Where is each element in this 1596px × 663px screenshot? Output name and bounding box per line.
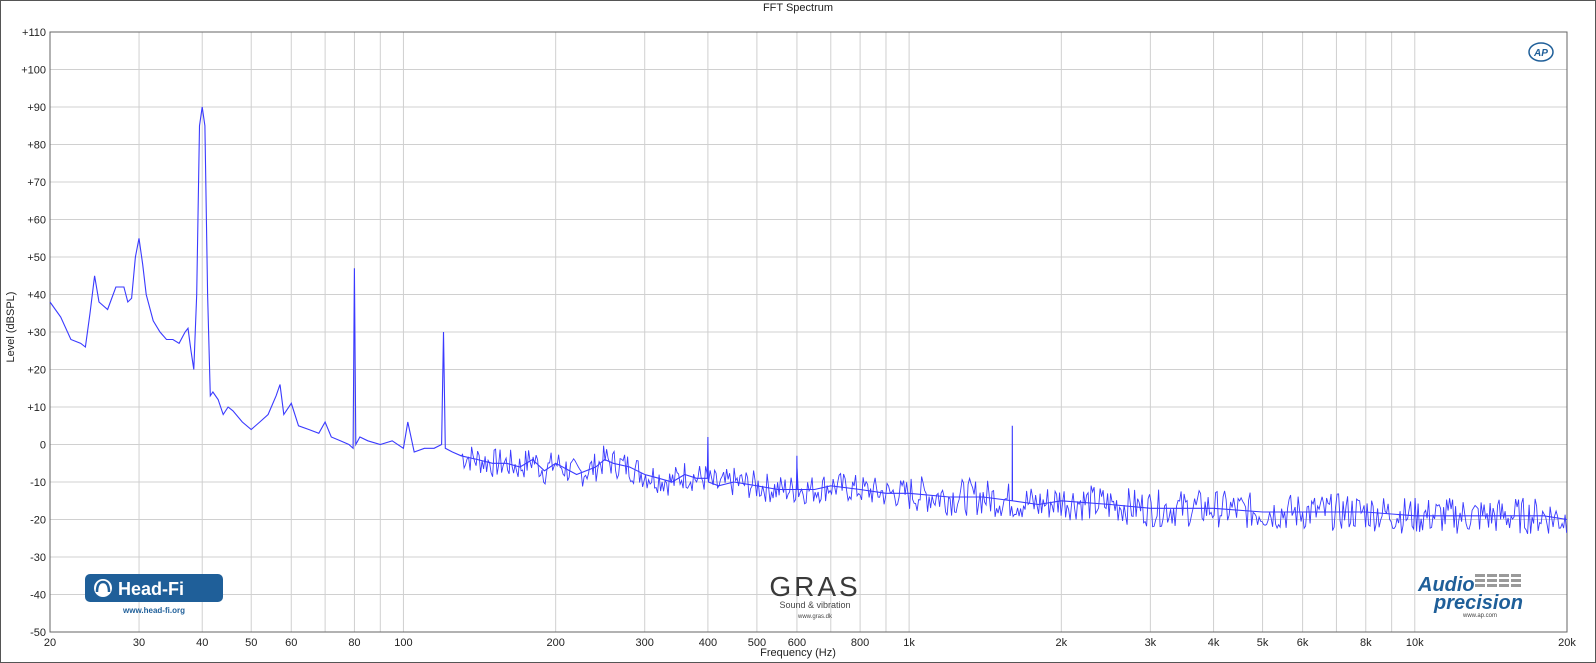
- x-tick-label: 800: [851, 637, 869, 649]
- x-tick-label: 2k: [1056, 637, 1068, 649]
- svg-text:GRAS: GRAS: [769, 571, 860, 602]
- x-tick-label: 50: [245, 637, 257, 649]
- y-tick-label: -20: [30, 515, 46, 527]
- svg-text:www.gras.dk: www.gras.dk: [797, 614, 833, 620]
- x-tick-label: 20k: [1558, 637, 1576, 649]
- y-tick-label: +70: [27, 177, 46, 189]
- x-tick-label: 80: [348, 637, 360, 649]
- chart-title: FFT Spectrum: [763, 2, 833, 14]
- x-tick-label: 600: [788, 637, 806, 649]
- y-tick-label: +30: [27, 327, 46, 339]
- x-tick-label: 60: [285, 637, 297, 649]
- y-tick-label: -40: [30, 590, 46, 602]
- x-tick-label: 400: [699, 637, 717, 649]
- gras-logo: GRAS Sound & vibration www.gras.dk: [769, 571, 860, 620]
- x-tick-label: 100: [394, 637, 412, 649]
- x-tick-label: 4k: [1208, 637, 1220, 649]
- y-tick-label: +20: [27, 365, 46, 377]
- y-tick-labels: +110+100+90+80+70+60+50+40+30+20+100-10-…: [21, 27, 46, 639]
- svg-text:www.head-fi.org: www.head-fi.org: [122, 606, 185, 615]
- y-tick-label: +100: [21, 65, 46, 77]
- series-line: [49, 106, 1568, 521]
- x-tick-label: 1k: [903, 637, 915, 649]
- x-tick-label: 5k: [1257, 637, 1269, 649]
- x-tick-label: 40: [196, 637, 208, 649]
- grid: [49, 31, 1568, 633]
- x-tick-label: 200: [546, 637, 564, 649]
- y-tick-label: -10: [30, 477, 46, 489]
- y-tick-label: +10: [27, 402, 46, 414]
- x-tick-label: 20: [44, 637, 56, 649]
- y-tick-label: +50: [27, 252, 46, 264]
- y-tick-label: +40: [27, 290, 46, 302]
- y-tick-label: +80: [27, 140, 46, 152]
- y-tick-label: +110: [22, 27, 46, 39]
- x-tick-label: 500: [748, 637, 766, 649]
- svg-text:www.ap.com: www.ap.com: [1462, 613, 1497, 619]
- ap-badge-icon: AP: [1528, 42, 1554, 62]
- x-tick-label: 3k: [1145, 637, 1157, 649]
- x-tick-label: 6k: [1297, 637, 1309, 649]
- series-noise-texture: [460, 445, 1568, 535]
- y-tick-label: +90: [27, 102, 46, 114]
- y-axis-title: Level (dBSPL): [5, 292, 17, 363]
- svg-text:Head-Fi: Head-Fi: [118, 579, 184, 599]
- x-tick-label: 30: [133, 637, 145, 649]
- svg-text:Sound & vibration: Sound & vibration: [779, 600, 850, 610]
- x-tick-label: 10k: [1406, 637, 1424, 649]
- svg-text:precision: precision: [1433, 592, 1523, 614]
- y-tick-label: 0: [40, 440, 46, 452]
- fft-spectrum-chart: FFT Spectrum Level (dBSPL) Frequency (Hz…: [5, 2, 1576, 659]
- y-tick-label: -30: [30, 552, 46, 564]
- svg-text:AP: AP: [1533, 48, 1548, 59]
- x-tick-label: 8k: [1360, 637, 1372, 649]
- audio-precision-logo: Audio precision www.ap.com: [1417, 574, 1523, 619]
- x-tick-label: 300: [636, 637, 654, 649]
- series-group: [49, 106, 1568, 535]
- y-tick-label: +60: [27, 215, 46, 227]
